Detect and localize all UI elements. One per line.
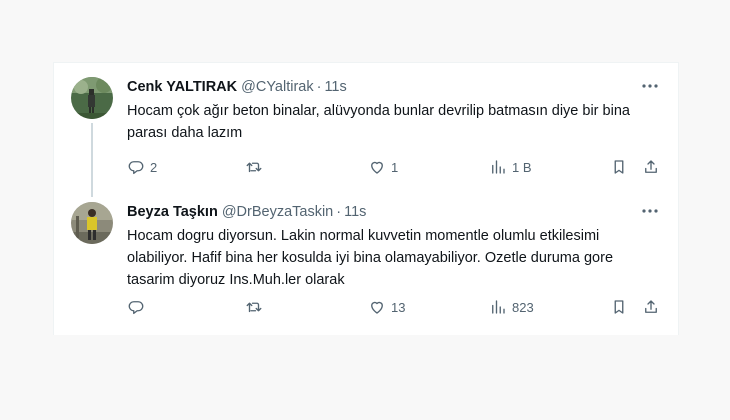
timestamp[interactable]: 11s [344, 204, 366, 220]
reply-count: 2 [150, 159, 158, 175]
more-options-icon[interactable] [640, 76, 660, 96]
tweet-actions: 2 1 1 B [127, 156, 662, 178]
author-name[interactable]: Beyza Taşkın [127, 204, 218, 220]
share-button[interactable] [642, 296, 660, 318]
tweet-header: Beyza Taşkın @DrBeyzaTaskin · 11s [127, 202, 366, 222]
views-button[interactable]: 1 B [489, 156, 532, 178]
avatar[interactable] [71, 202, 113, 244]
reply-icon [128, 301, 144, 315]
tweet-thread-card: Cenk YALTIRAK @CYaltirak · 11s Hocam çok… [53, 62, 679, 335]
tweet[interactable]: Cenk YALTIRAK @CYaltirak · 11s Hocam çok… [54, 63, 678, 197]
retweet-button[interactable] [245, 296, 268, 318]
like-button[interactable]: 1 [368, 156, 398, 178]
share-icon [645, 160, 657, 173]
retweet-icon [246, 302, 262, 313]
share-icon [645, 300, 657, 313]
retweet-button[interactable] [245, 156, 268, 178]
views-button[interactable]: 823 [489, 296, 534, 318]
bookmark-icon [614, 300, 624, 314]
reply-button[interactable]: 2 [127, 156, 157, 178]
views-icon [492, 300, 505, 314]
tweet[interactable]: Beyza Taşkın @DrBeyzaTaskin · 11s Hocam … [54, 196, 678, 335]
bookmark-icon [614, 160, 624, 174]
views-count: 1 B [512, 159, 532, 175]
views-count: 823 [512, 299, 534, 315]
tweet-text: Hocam dogru diyorsun. Lakin normal kuvve… [127, 228, 614, 288]
views-icon [492, 160, 505, 174]
reply-button[interactable] [127, 296, 150, 318]
like-count: 1 [391, 159, 399, 175]
tweet-actions: 13 823 [127, 296, 662, 318]
retweet-icon [246, 162, 262, 173]
tweet-header: Cenk YALTIRAK @CYaltirak · 11s [127, 77, 347, 97]
thread-connector [91, 123, 93, 197]
like-button[interactable]: 13 [368, 296, 405, 318]
separator-dot: · [316, 79, 322, 95]
like-count: 13 [391, 299, 406, 315]
reply-icon [128, 161, 144, 175]
tweet-text: Hocam çok ağır beton binalar, alüvyonda … [127, 103, 630, 141]
author-handle[interactable]: @CYaltirak [241, 79, 313, 95]
avatar[interactable] [71, 77, 113, 119]
author-handle[interactable]: @DrBeyzaTaskin [222, 204, 333, 220]
bookmark-button[interactable] [610, 296, 628, 318]
timestamp[interactable]: 11s [324, 79, 346, 95]
bookmark-button[interactable] [610, 156, 628, 178]
like-icon [371, 161, 383, 174]
share-button[interactable] [642, 156, 660, 178]
separator-dot: · [336, 204, 342, 220]
more-options-icon[interactable] [640, 201, 660, 221]
like-icon [371, 301, 383, 314]
author-name[interactable]: Cenk YALTIRAK [127, 79, 237, 95]
